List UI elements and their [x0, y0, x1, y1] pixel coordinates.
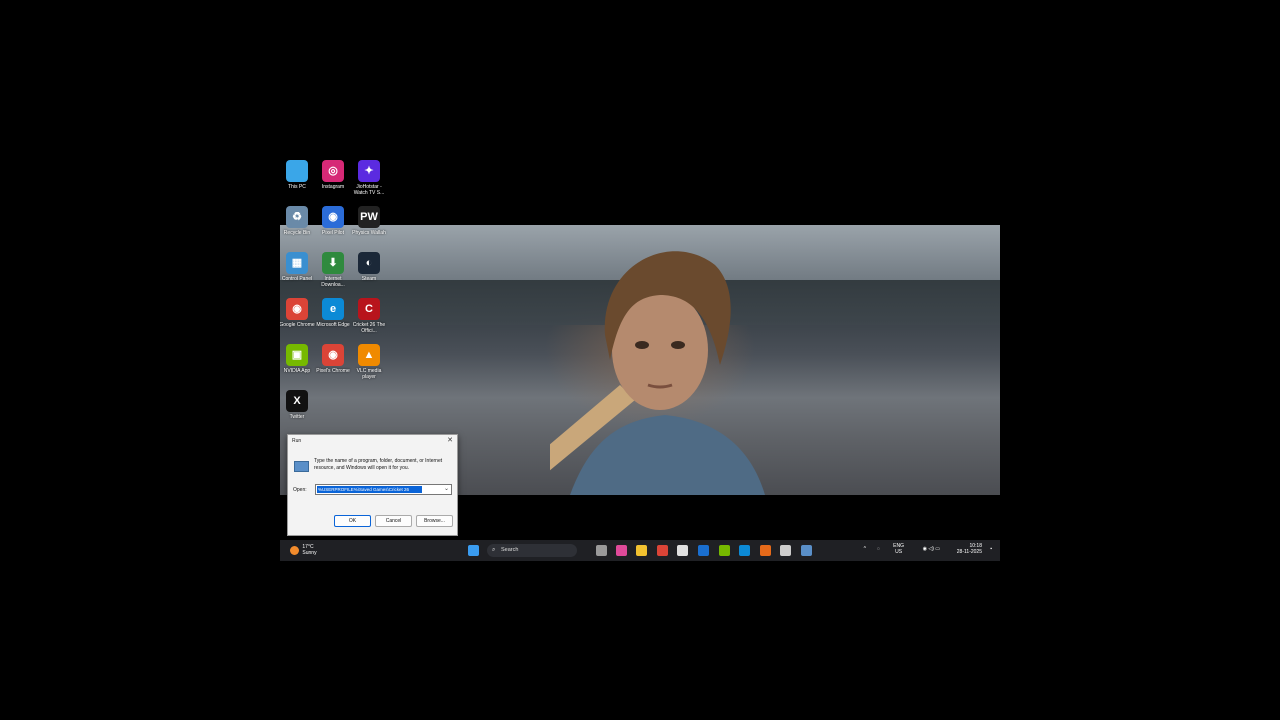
clock[interactable]: 10:18 28-11-2025	[957, 543, 982, 555]
desktop-icon[interactable]: ▣ NVIDIA App	[280, 344, 315, 374]
file-explorer-icon[interactable]	[636, 545, 647, 556]
weather-widget[interactable]: 17°C Sunny	[290, 544, 317, 556]
desktop-icon[interactable]: ◉ Pixel's Chrome	[315, 344, 351, 374]
desktop-icon[interactable]: ⬇ Internet Downloa...	[315, 252, 351, 288]
desktop-icon-label: VLC media player	[356, 368, 382, 380]
open-input[interactable]: %USERPROFILE%\Saved Games\Cricket 26 ⌄	[315, 484, 452, 495]
wallpaper-boy-figure	[550, 251, 765, 495]
desktop-icon[interactable]: ✦ JioHotstar - Watch TV S...	[351, 160, 387, 196]
run-dialog-title: Run	[292, 438, 302, 444]
search-icon: ⌕	[492, 547, 496, 553]
desktop-icon[interactable]: ◎ Instagram	[315, 160, 351, 190]
nvidia-icon: ▣	[286, 344, 308, 366]
windows-start-icon[interactable]	[468, 545, 479, 556]
desktop-icon[interactable]: ◐ Steam	[351, 252, 387, 282]
steam-icon: ◐	[358, 252, 380, 274]
firefox-icon[interactable]	[760, 545, 771, 556]
desktop-icon-label: This PC	[288, 184, 306, 190]
recycle-bin-icon: ♻	[286, 206, 308, 228]
desktop-icon-label: Google Chrome	[280, 322, 315, 328]
desktop-icon-label: Recycle Bin	[283, 230, 311, 236]
cricket-game-icon: C	[358, 298, 380, 320]
desktop-icon-label: NVIDIA App	[283, 368, 311, 374]
date: 28-11-2025	[956, 549, 982, 555]
task-view-icon[interactable]	[596, 545, 607, 556]
outlook-icon[interactable]	[698, 545, 709, 556]
store-icon[interactable]	[677, 545, 688, 556]
show-hidden-icons-icon[interactable]: ^	[864, 546, 866, 552]
desktop-icon[interactable]: ◉ Pixel Pilot	[315, 206, 351, 236]
monitor-icon	[286, 160, 308, 182]
desktop-icon[interactable]: ▲ VLC media player	[351, 344, 387, 380]
cancel-button[interactable]: Cancel	[375, 515, 412, 527]
desktop-icon-label: Pixel Pilot	[322, 230, 344, 236]
desktop-icon[interactable]: ▦ Control Panel	[280, 252, 315, 282]
desktop-icon[interactable]: C Cricket 26 The Offici...	[351, 298, 387, 334]
desktop-icon[interactable]: ◉ Google Chrome	[280, 298, 315, 328]
run-dialog: Run ✕ Type the name of a program, folder…	[287, 434, 458, 536]
chevron-down-icon[interactable]: ⌄	[444, 485, 449, 492]
desktop-icon-label: JioHotstar - Watch TV S...	[353, 184, 385, 196]
desktop: This PC ◎ Instagram ✦ JioHotstar - Watch TV …	[280, 155, 1000, 563]
chrome-icon: ◉	[286, 298, 308, 320]
desktop-icon[interactable]: This PC	[280, 160, 315, 190]
jiohotstar-icon: ✦	[358, 160, 380, 182]
search-placeholder: Search	[501, 547, 519, 553]
edge-icon[interactable]	[739, 545, 750, 556]
edge-icon: e	[322, 298, 344, 320]
desktop-icon-label: Pixel's Chrome	[316, 368, 350, 374]
desktop-icon-label: Instagram	[321, 184, 345, 190]
notepad-icon[interactable]	[780, 545, 791, 556]
nvidia-icon[interactable]	[719, 545, 730, 556]
close-icon[interactable]: ✕	[447, 436, 453, 444]
vlc-icon: ▲	[358, 344, 380, 366]
x-icon: X	[286, 390, 308, 412]
desktop-icon-label: Control Panel	[281, 276, 313, 282]
open-label: Open:	[293, 487, 307, 493]
desktop-icon-label: Microsoft Edge	[316, 322, 350, 328]
app-icon: ◉	[322, 206, 344, 228]
copilot-icon[interactable]	[616, 545, 627, 556]
physics-wallah-icon: PW	[358, 206, 380, 228]
notification-bell-icon[interactable]: ▪	[990, 546, 992, 552]
weather-desc: Sunny	[302, 550, 317, 556]
desktop-icon-label: Cricket 26 The Offici...	[352, 322, 386, 334]
sun-icon	[290, 545, 299, 555]
ok-button[interactable]: OK	[334, 515, 371, 527]
idm-icon: ⬇	[322, 252, 344, 274]
desktop-icon-label: Internet Downloa...	[321, 276, 345, 288]
run-program-icon	[294, 461, 309, 472]
browse-button[interactable]: Browse...	[416, 515, 453, 527]
lang-bottom: US	[895, 549, 903, 555]
desktop-icon-label: Steam	[361, 276, 377, 282]
taskbar: 17°C Sunny ⌕ Search ^ ◌ ENG US ◉ ◁) ▭ 10…	[280, 540, 1000, 561]
microphone-icon[interactable]: ◌	[877, 546, 880, 552]
chrome-icon: ◉	[322, 344, 344, 366]
chrome-icon[interactable]	[657, 545, 668, 556]
control-panel-icon: ▦	[286, 252, 308, 274]
open-input-value[interactable]: %USERPROFILE%\Saved Games\Cricket 26	[317, 486, 422, 493]
desktop-icon[interactable]: ♻ Recycle Bin	[280, 206, 315, 236]
desktop-icon-label: Twitter	[289, 414, 305, 420]
desktop-icon[interactable]: e Microsoft Edge	[315, 298, 351, 328]
desktop-icon[interactable]: X Twitter	[280, 390, 315, 420]
desktop-icon[interactable]: PW Physics Wallah	[351, 206, 387, 236]
network-volume-battery-icons[interactable]: ◉ ◁) ▭	[923, 546, 940, 552]
language-indicator[interactable]: ENG US	[893, 543, 904, 555]
run-icon[interactable]	[801, 545, 812, 556]
run-description: Type the name of a program, folder, docu…	[314, 458, 443, 471]
search-input[interactable]: ⌕ Search	[487, 544, 577, 557]
desktop-icon-label: Physics Wallah	[352, 230, 386, 236]
instagram-icon: ◎	[322, 160, 344, 182]
